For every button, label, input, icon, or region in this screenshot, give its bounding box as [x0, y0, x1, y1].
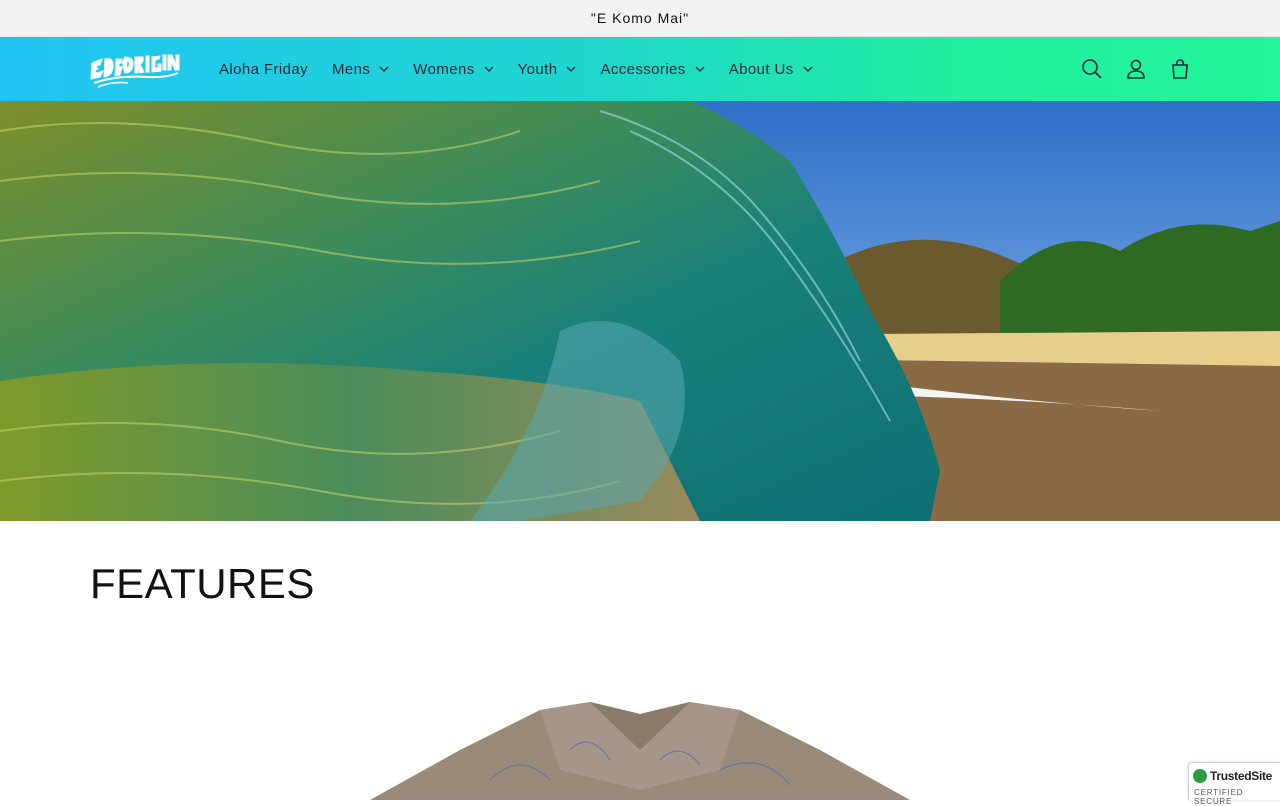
search-icon[interactable] [1070, 47, 1114, 91]
nav-label: Accessories [600, 61, 685, 78]
nav-label: Aloha Friday [219, 61, 308, 78]
product-image[interactable] [340, 690, 940, 800]
cart-icon[interactable] [1158, 47, 1202, 91]
announcement-bar: "E Komo Mai" [0, 0, 1280, 37]
badge-subtitle: CERTIFIED SECURE [1194, 788, 1280, 806]
nav-item-mens[interactable]: Mens [320, 37, 401, 101]
nav-item-accessories[interactable]: Accessories [588, 37, 716, 101]
features-heading: FEATURES [90, 560, 315, 608]
badge-title: TrustedSite [1210, 769, 1272, 783]
nav-label: Mens [332, 61, 370, 78]
nav-item-about-us[interactable]: About Us [717, 37, 825, 101]
chevron-down-icon [566, 66, 576, 72]
brand-logo[interactable] [88, 45, 182, 93]
site-header: Aloha Friday Mens Womens Youth Accessori… [0, 37, 1280, 101]
chevron-down-icon [484, 66, 494, 72]
nav-label: About Us [729, 61, 794, 78]
nav-item-aloha-friday[interactable]: Aloha Friday [207, 37, 320, 101]
check-icon [1193, 769, 1207, 783]
chevron-down-icon [695, 66, 705, 72]
nav-item-womens[interactable]: Womens [401, 37, 505, 101]
nav-label: Womens [413, 61, 474, 78]
announcement-text: "E Komo Mai" [591, 10, 689, 26]
account-icon[interactable] [1114, 47, 1158, 91]
nav-label: Youth [518, 61, 558, 78]
header-icons [1070, 37, 1202, 101]
main-nav: Aloha Friday Mens Womens Youth Accessori… [207, 37, 825, 101]
chevron-down-icon [379, 66, 389, 72]
hero-banner-image [0, 101, 1280, 521]
nav-item-youth[interactable]: Youth [506, 37, 589, 101]
chevron-down-icon [803, 66, 813, 72]
trustedsite-badge[interactable]: TrustedSite CERTIFIED SECURE [1188, 762, 1280, 800]
